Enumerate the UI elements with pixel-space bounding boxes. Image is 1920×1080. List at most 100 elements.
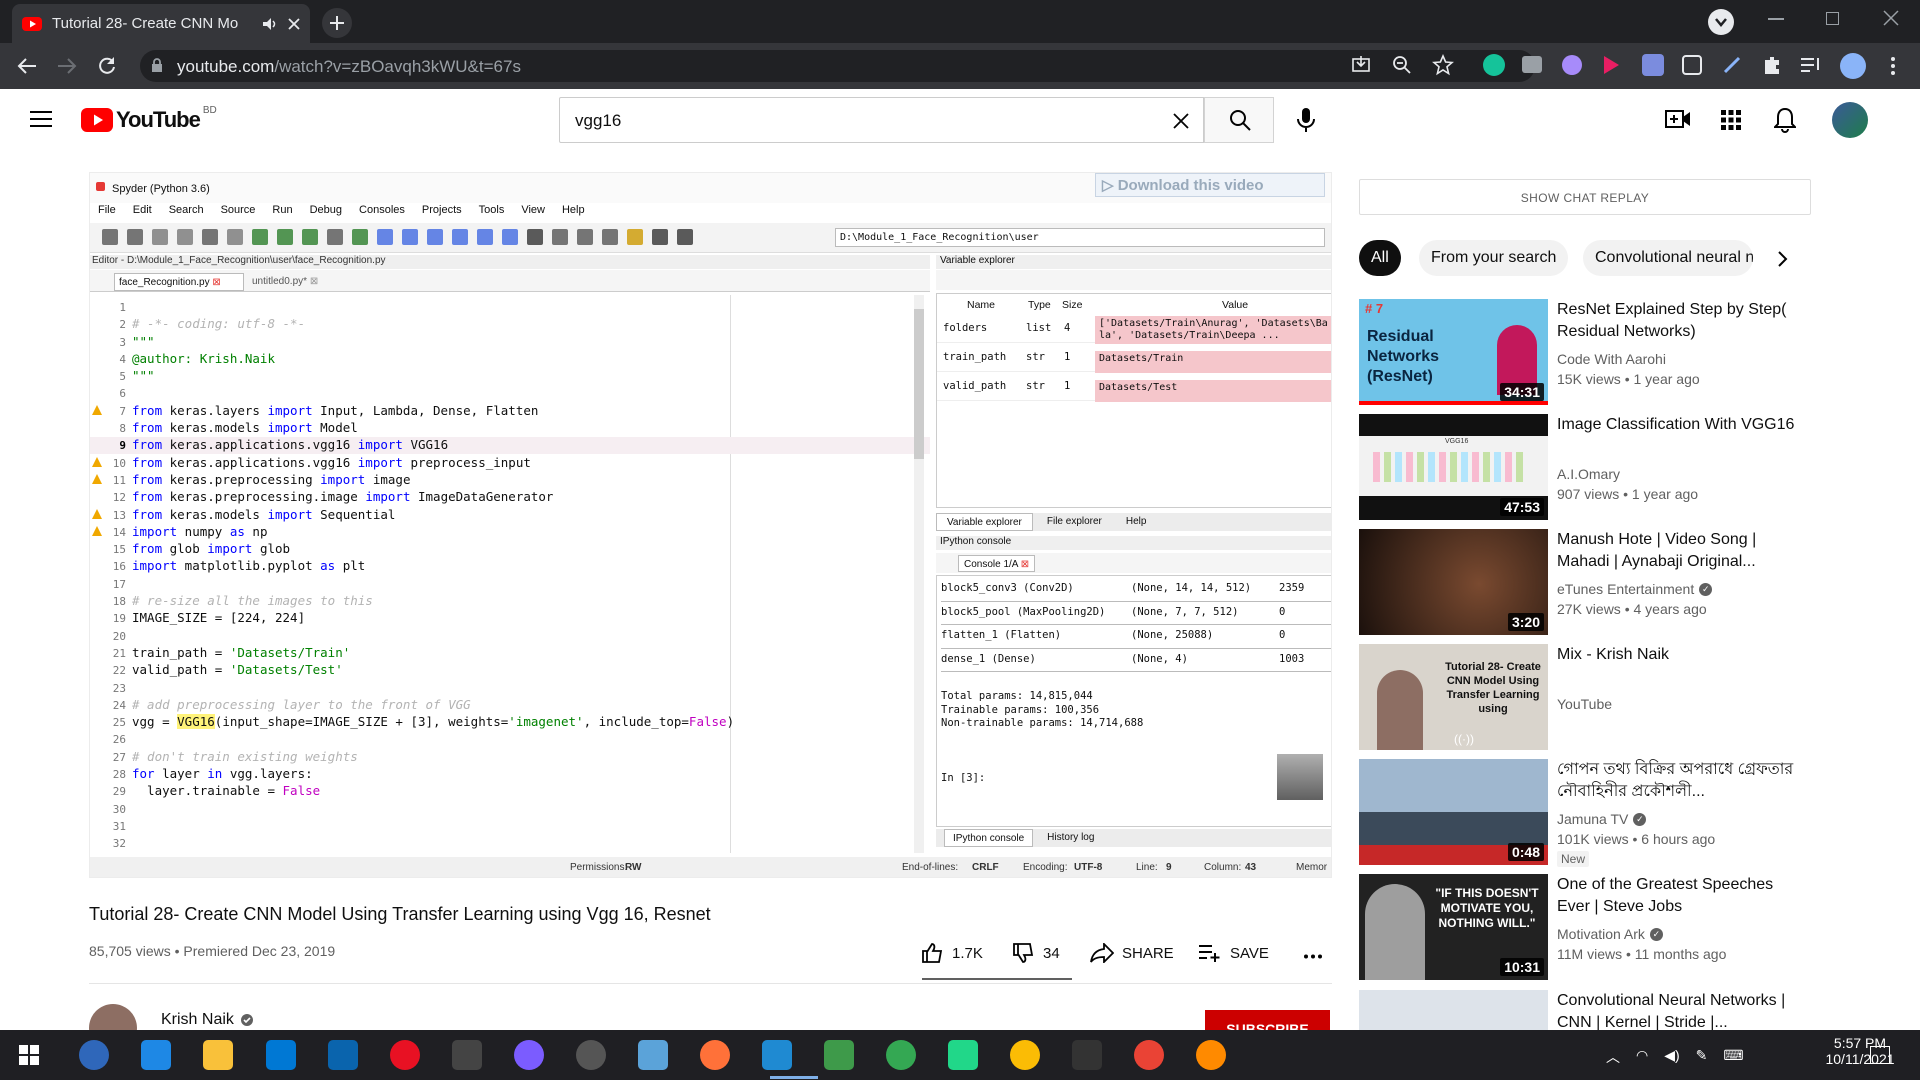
spyder-tool-icon[interactable] [677, 229, 693, 245]
keyboard-icon[interactable]: ⌨ [1723, 1047, 1743, 1065]
spyder-menu-item[interactable]: Projects [422, 204, 462, 216]
recommended-video-title[interactable]: Mix - Krish Naik [1557, 644, 1797, 688]
inkscape-icon[interactable] [452, 1040, 482, 1070]
variable-row[interactable]: valid_path str 1 Datasets/Test [937, 372, 1331, 402]
chrome-icon[interactable] [886, 1040, 916, 1070]
recommended-channel[interactable]: A.I.Omary [1557, 466, 1620, 482]
voice-search-button[interactable] [1296, 107, 1316, 133]
tab-search-button[interactable] [1708, 9, 1734, 35]
messenger-icon[interactable] [514, 1040, 544, 1070]
chrome-alt-icon[interactable] [1134, 1040, 1164, 1070]
spyder-tool-icon[interactable] [452, 229, 468, 245]
video-thumbnail[interactable]: Tutorial 28- Create CNN Model Using Tran… [1359, 644, 1548, 750]
earth-icon[interactable] [824, 1040, 854, 1070]
ipython-console[interactable]: block5_conv3 (Conv2D) (None, 14, 14, 512)… [936, 575, 1331, 827]
spyder-tool-icon[interactable] [552, 229, 568, 245]
spyder-tool-icon[interactable] [602, 229, 618, 245]
terminal-icon[interactable] [1072, 1040, 1102, 1070]
recommended-video-title[interactable]: One of the Greatest Speeches Ever | Stev… [1557, 874, 1797, 918]
recommended-video-title[interactable]: Manush Hote | Video Song | Mahadi | Ayna… [1557, 529, 1797, 573]
url-text[interactable]: youtube.com/watch?v=zBOavqh3kWU&t=67s [177, 57, 521, 77]
show-chat-replay-button[interactable]: SHOW CHAT REPLAY [1359, 179, 1811, 215]
recommended-channel[interactable]: eTunes Entertainment ✓ [1557, 581, 1713, 597]
notification-center-icon[interactable] [1870, 1046, 1890, 1064]
spyder-menu-item[interactable]: Debug [310, 204, 342, 216]
reading-list-icon[interactable] [1800, 56, 1822, 74]
opera-icon[interactable] [390, 1040, 420, 1070]
video-thumbnail[interactable]: VGG16 47:53 [1359, 414, 1548, 520]
pane-tab[interactable]: Variable explorer [936, 513, 1033, 531]
col-header-size[interactable]: Size [1062, 299, 1082, 311]
chip-convolutional-neural[interactable]: Convolutional neural n [1583, 240, 1753, 276]
spyder-tool-icon[interactable] [327, 229, 343, 245]
account-avatar[interactable] [1832, 102, 1868, 138]
pane-tab[interactable]: Help [1116, 513, 1157, 531]
chip-from-your-search[interactable]: From your search [1419, 240, 1569, 276]
channel-name-link[interactable]: Krish Naik [161, 1011, 254, 1029]
console-bottom-tab[interactable]: IPython console [944, 829, 1034, 847]
tab-close-icon[interactable]: ⊠ [1021, 559, 1029, 570]
hamburger-menu-icon[interactable] [30, 110, 52, 128]
tray-chevron-up-icon[interactable]: ︿ [1606, 1047, 1620, 1065]
spyder-menu-item[interactable]: Edit [133, 204, 152, 216]
youtube-logo[interactable]: YouTube BD [81, 105, 217, 133]
recommended-video-title[interactable]: Convolutional Neural Networks | CNN | Ke… [1557, 990, 1797, 1030]
variable-row[interactable]: folders list 4 ['Datasets/Train\Anurag', 'D… [937, 314, 1331, 344]
search-button[interactable] [1204, 97, 1274, 143]
spyder-menu-item[interactable]: Source [221, 204, 256, 216]
extension-icon[interactable] [1562, 55, 1582, 75]
spyder-tool-icon[interactable] [577, 229, 593, 245]
video-thumbnail[interactable]: 0:48 [1359, 759, 1548, 865]
create-video-icon[interactable] [1665, 108, 1691, 130]
firefox-icon[interactable] [700, 1040, 730, 1070]
volume-icon[interactable]: ◀) [1664, 1047, 1679, 1065]
window-close-button[interactable] [1883, 10, 1899, 26]
recommended-channel[interactable]: Jamuna TV ✓ [1557, 811, 1647, 827]
vscode-icon[interactable] [762, 1040, 792, 1070]
pane-tab[interactable]: File explorer [1037, 513, 1112, 531]
dislike-button[interactable]: 34 [1013, 943, 1060, 963]
back-button[interactable] [16, 56, 38, 76]
editor-scrollbar[interactable] [914, 295, 924, 853]
warning-icon[interactable] [92, 508, 102, 519]
share-button[interactable]: SHARE [1090, 943, 1174, 963]
tab-close-icon[interactable]: ⊠ [212, 277, 220, 288]
more-actions-icon[interactable] [1303, 954, 1323, 959]
install-app-icon[interactable] [1351, 55, 1371, 75]
apps-grid-icon[interactable] [1721, 110, 1741, 130]
console-bottom-tab[interactable]: History log [1039, 829, 1102, 847]
video-thumbnail[interactable] [1359, 990, 1548, 1030]
warning-icon[interactable] [92, 525, 102, 536]
system-tray[interactable]: ︿ ◠ ◀) ✎ ⌨ [1606, 1047, 1816, 1065]
store-icon[interactable] [266, 1040, 296, 1070]
recommended-video[interactable]: VGG16 47:53 Image Classification With VGG1… [1359, 414, 1839, 522]
recommended-video[interactable]: "IF THIS DOESN'T MOTIVATE YOU, NOTHING W… [1359, 874, 1839, 982]
maximize-button[interactable] [1826, 12, 1839, 25]
recommended-video-title[interactable]: গোপন তথ্য বিক্রির অপরাধে গ্রেফতার নৌবাহি… [1557, 759, 1797, 803]
recommended-channel[interactable]: Motivation Ark ✓ [1557, 926, 1663, 942]
console-tab[interactable]: Console 1/A ⊠ [958, 555, 1036, 572]
chips-next-button[interactable] [1776, 250, 1788, 268]
save-button[interactable]: SAVE [1198, 943, 1269, 963]
spyder-menu-item[interactable]: Help [562, 204, 585, 216]
zoom-icon[interactable] [1392, 55, 1412, 75]
warning-icon[interactable] [92, 404, 102, 415]
download-extension-icon[interactable] [1642, 54, 1664, 76]
search-input[interactable]: vgg16 [559, 97, 1204, 143]
bookmark-star-icon[interactable] [1432, 54, 1454, 76]
spyder-menu-item[interactable]: Consoles [359, 204, 405, 216]
edge-icon[interactable] [141, 1040, 171, 1070]
sublime-icon[interactable] [1196, 1040, 1226, 1070]
spyder-tool-icon[interactable] [177, 229, 193, 245]
col-header-value[interactable]: Value [1222, 299, 1248, 311]
spyder-tool-icon[interactable] [477, 229, 493, 245]
variable-explorer-table[interactable]: Name Type Size Value folders list 4 ['Datas… [936, 293, 1331, 508]
spyder-tool-icon[interactable] [252, 229, 268, 245]
chrome-menu-icon[interactable] [1890, 56, 1896, 76]
clear-search-icon[interactable] [1173, 113, 1189, 129]
file-tab-untitled[interactable]: untitled0.py* ⊠ [248, 273, 348, 291]
tab-close-icon[interactable] [288, 17, 300, 30]
reload-button[interactable] [97, 56, 117, 76]
recommended-video[interactable]: Convolutional Neural Networks | CNN | Ke… [1359, 990, 1839, 1030]
spyder-tool-icon[interactable] [352, 229, 368, 245]
